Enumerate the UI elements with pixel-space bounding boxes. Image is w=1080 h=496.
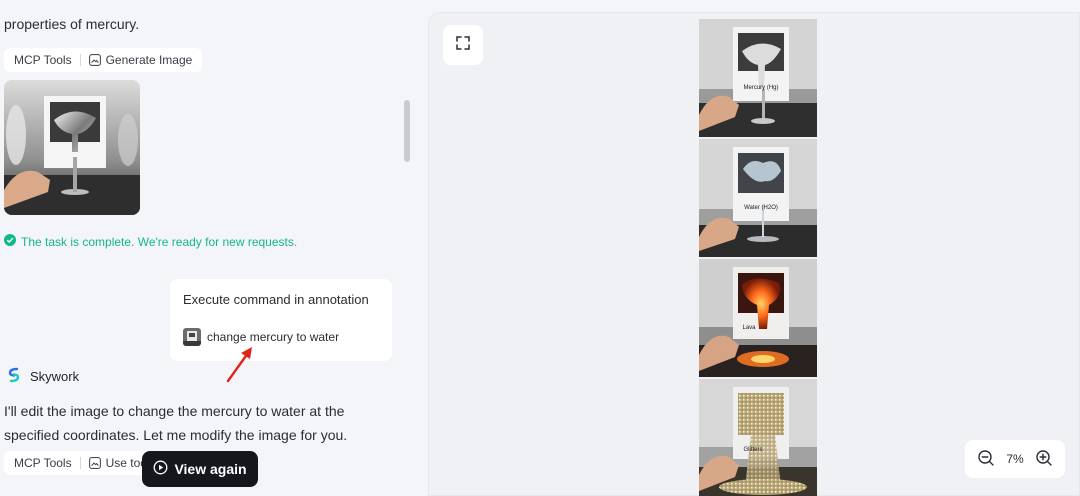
zoom-in-icon[interactable]	[1035, 449, 1053, 470]
frame-card-label: Glitters	[743, 447, 762, 453]
mcp-tools-label: MCP Tools	[14, 456, 72, 470]
chat-scrollbar[interactable]	[404, 100, 410, 162]
assistant-name: Skywork	[30, 369, 80, 384]
expand-corners-icon	[455, 35, 471, 56]
annotation-text: change mercury to water	[207, 330, 340, 344]
frame-card-label: Water (H2O)	[744, 205, 778, 211]
divider	[79, 54, 81, 66]
check-circle-icon	[4, 234, 16, 249]
zoom-level: 7%	[1006, 452, 1024, 466]
image-frame-water[interactable]: Water (H2O)	[699, 139, 817, 257]
frame-card-label: Mercury (Hg)	[743, 85, 778, 91]
assistant-header: Skywork	[6, 367, 79, 386]
task-complete-text: The task is complete. We're ready for ne…	[21, 234, 298, 249]
generate-image-label: Generate Image	[105, 53, 193, 67]
generate-image-chip[interactable]: Generate Image	[88, 53, 193, 67]
task-complete-status: The task is complete. We're ready for ne…	[4, 234, 297, 249]
chat-panel: properties of mercury. MCP Tools Generat…	[0, 0, 416, 496]
generated-image-thumbnail[interactable]	[4, 80, 140, 215]
image-frame-lava[interactable]: Lava	[699, 259, 817, 377]
tool-usage-bar: MCP Tools Use tool	[4, 451, 160, 475]
use-tool-chip[interactable]: Use tool	[88, 456, 150, 470]
annotation-arrow-icon	[226, 347, 252, 383]
divider	[79, 457, 81, 469]
skywork-logo-icon	[6, 367, 22, 386]
play-circle-icon	[153, 460, 168, 478]
image-icon	[88, 457, 101, 469]
mcp-tools-chip[interactable]: MCP Tools	[14, 53, 72, 67]
mcp-tools-label: MCP Tools	[14, 53, 72, 67]
user-message-bubble: Execute command in annotation change mer…	[170, 279, 392, 361]
view-again-button[interactable]: View again	[142, 451, 258, 487]
image-icon	[88, 54, 101, 66]
user-command-text: Execute command in annotation	[183, 292, 369, 307]
mcp-tools-chip[interactable]: MCP Tools	[14, 456, 72, 470]
fullscreen-button[interactable]	[443, 25, 483, 65]
assistant-message-text: properties of mercury.	[4, 16, 140, 32]
annotation-chip[interactable]: change mercury to water	[183, 328, 379, 346]
zoom-controls: 7%	[965, 440, 1065, 478]
assistant-reply-text: I'll edit the image to change the mercur…	[4, 403, 348, 443]
annotation-thumbnail	[183, 328, 201, 346]
frame-card-label: Lava	[742, 325, 756, 331]
tool-usage-bar: MCP Tools Generate Image	[4, 48, 203, 72]
view-again-label: View again	[174, 461, 247, 477]
zoom-out-icon[interactable]	[977, 449, 995, 470]
image-preview-panel: Mercury (Hg) Water (H2O) Lava Glitters 7…	[428, 12, 1080, 496]
image-strip: Mercury (Hg) Water (H2O) Lava Glitters	[699, 19, 817, 496]
image-frame-glitter[interactable]: Glitters	[699, 379, 817, 496]
image-frame-mercury[interactable]: Mercury (Hg)	[699, 19, 817, 137]
